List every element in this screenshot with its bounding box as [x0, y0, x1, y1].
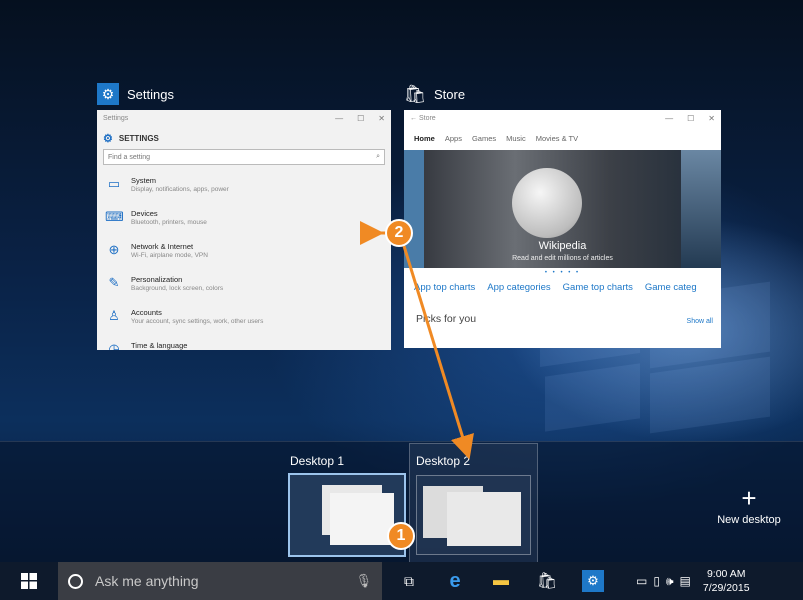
callout-badge-1: 1 — [387, 522, 415, 550]
drag-arrow — [360, 221, 474, 460]
callout-badge-2: 2 — [385, 219, 413, 247]
task-view-screen: ⚙ Settings Settings — ☐ ✕ ⚙ SETTINGS Find … — [0, 0, 803, 600]
